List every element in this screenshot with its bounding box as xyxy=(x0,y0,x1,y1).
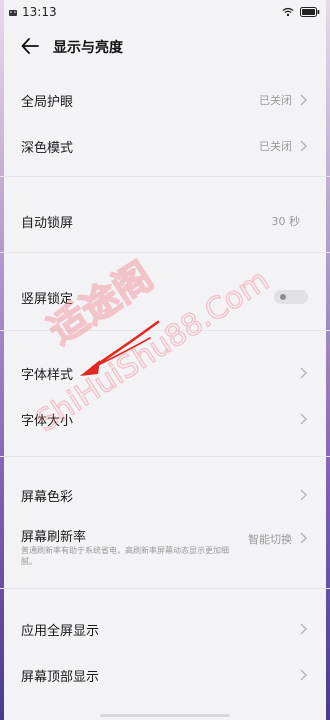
refresh-rate-description: 普通刷新率有助于系统省电，高刷新率屏幕动态显示更加细腻。 xyxy=(21,546,229,566)
refresh-rate-label: 屏幕刷新率 xyxy=(21,530,87,545)
status-right xyxy=(282,7,320,17)
section-divider xyxy=(0,588,330,589)
status-left: 13:13 xyxy=(8,5,57,19)
refresh-rate-row[interactable]: 屏幕刷新率 普通刷新率有助于系统省电，高刷新率屏幕动态显示更加细腻。 智能切换 xyxy=(0,518,330,574)
back-button[interactable] xyxy=(18,35,42,57)
screen-section: 屏幕色彩 屏幕刷新率 普通刷新率有助于系统省电，高刷新率屏幕动态显示更加细腻。 … xyxy=(0,472,330,574)
auto-lock-value: 30 秒 xyxy=(271,215,301,228)
top-display-label: 屏幕顶部显示 xyxy=(21,670,100,685)
toggle-knob xyxy=(280,294,286,300)
refresh-rate-value: 智能切换 xyxy=(248,533,292,546)
auto-lock-row[interactable]: 自动锁屏 30 秒 xyxy=(0,198,330,244)
screen-color-row[interactable]: 屏幕色彩 xyxy=(0,472,330,518)
screen-color-label: 屏幕色彩 xyxy=(21,490,74,505)
section-divider xyxy=(0,176,330,177)
chevron-right-icon xyxy=(300,413,307,425)
font-size-label: 字体大小 xyxy=(21,414,74,429)
portrait-lock-label: 竖屏锁定 xyxy=(21,292,74,307)
top-display-row[interactable]: 屏幕顶部显示 xyxy=(0,652,330,698)
chevron-right-icon xyxy=(300,669,307,681)
arrow-left-icon xyxy=(21,38,39,54)
wifi-icon xyxy=(282,7,294,17)
section-divider xyxy=(0,252,330,253)
font-style-row[interactable]: 字体样式 xyxy=(0,350,330,396)
dark-mode-row[interactable]: 深色模式 已关闭 xyxy=(0,123,330,169)
status-bar: 13:13 xyxy=(0,0,330,26)
chevron-right-icon xyxy=(300,623,307,635)
chevron-right-icon xyxy=(300,532,307,544)
app-fullscreen-label: 应用全屏显示 xyxy=(21,624,100,639)
chevron-right-icon xyxy=(300,140,307,152)
display-section: 应用全屏显示 屏幕顶部显示 xyxy=(0,606,330,698)
global-eye-care-row[interactable]: 全局护眼 已关闭 xyxy=(0,77,330,123)
section-divider xyxy=(0,330,330,331)
dark-mode-label: 深色模式 xyxy=(21,141,74,156)
font-size-row[interactable]: 字体大小 xyxy=(0,396,330,442)
portrait-lock-toggle[interactable] xyxy=(274,290,308,304)
status-time: 13:13 xyxy=(22,5,57,19)
home-indicator xyxy=(100,714,230,717)
global-eye-care-label: 全局护眼 xyxy=(21,95,74,110)
chevron-right-icon xyxy=(300,367,307,379)
font-style-label: 字体样式 xyxy=(21,368,74,383)
screen-lock-section: 自动锁屏 30 秒 xyxy=(0,198,330,244)
font-section: 字体样式 字体大小 xyxy=(0,350,330,442)
auto-lock-label: 自动锁屏 xyxy=(21,216,74,231)
page-title: 显示与亮度 xyxy=(53,40,123,56)
android-icon xyxy=(9,10,17,16)
eye-care-section: 全局护眼 已关闭 深色模式 已关闭 xyxy=(0,77,330,169)
dark-mode-value: 已关闭 xyxy=(259,140,292,153)
app-fullscreen-row[interactable]: 应用全屏显示 xyxy=(0,606,330,652)
global-eye-care-value: 已关闭 xyxy=(259,94,292,107)
portrait-lock-row[interactable]: 竖屏锁定 xyxy=(0,274,330,320)
chevron-right-icon xyxy=(300,489,307,501)
portrait-lock-section: 竖屏锁定 xyxy=(0,274,330,320)
chevron-right-icon xyxy=(300,94,307,106)
header: 显示与亮度 xyxy=(0,26,330,66)
battery-icon xyxy=(300,7,320,17)
section-divider xyxy=(0,456,330,457)
settings-screen: 13:13 显示与亮度 全局护眼 已关闭 深色模式 已关闭 自动锁屏 30 秒 … xyxy=(0,0,330,720)
